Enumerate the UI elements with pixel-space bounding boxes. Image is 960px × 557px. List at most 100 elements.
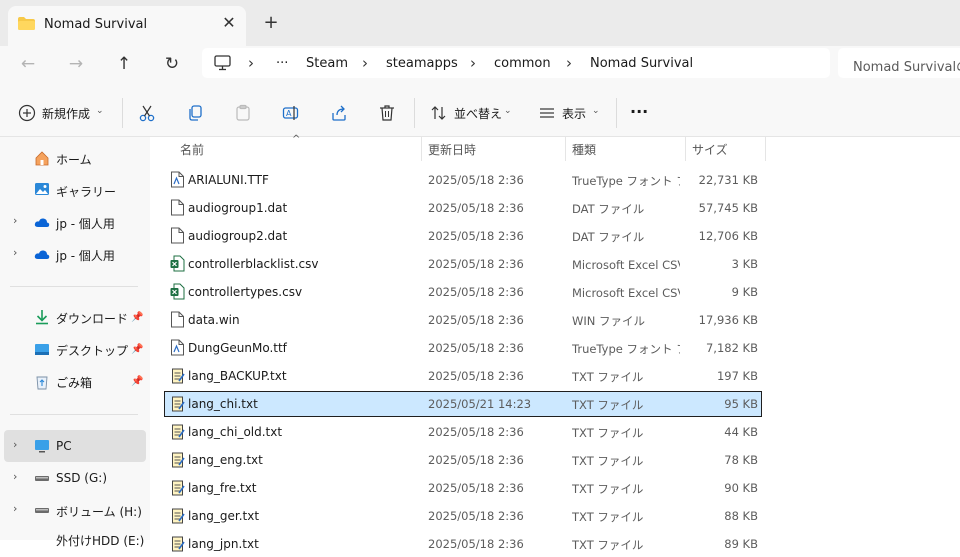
rename-icon[interactable]: A: [282, 104, 300, 122]
tab-label: Nomad Survival: [44, 17, 148, 32]
file-name: lang_fre.txt: [188, 481, 257, 495]
file-type: TXT ファイル: [572, 538, 644, 552]
expand-icon[interactable]: ›: [13, 438, 17, 451]
file-modified-date: 2025/05/18 2:36: [428, 257, 524, 271]
file-type: TXT ファイル: [572, 454, 644, 468]
tab-nomad-survival[interactable]: Nomad Survival ✕: [8, 6, 246, 46]
sidebar-label-pc: PC: [56, 439, 72, 453]
pin-icon[interactable]: 📌: [131, 312, 143, 323]
text-file-icon: [170, 479, 185, 496]
text-file-icon: [170, 535, 185, 552]
sidebar-label-volume-h: ボリューム (H:): [56, 505, 142, 519]
cut-icon[interactable]: [138, 104, 156, 122]
sort-icon: [431, 106, 446, 120]
pin-icon[interactable]: 📌: [131, 344, 143, 355]
file-modified-date: 2025/05/18 2:36: [428, 229, 524, 243]
file-name: controllerblacklist.csv: [188, 257, 319, 271]
breadcrumb-separator[interactable]: ›: [470, 54, 476, 72]
breadcrumb-separator[interactable]: ›: [248, 54, 254, 72]
refresh-button[interactable]: ↻: [160, 52, 184, 76]
expand-icon[interactable]: ›: [13, 502, 17, 515]
file-size: 88 KB: [724, 509, 758, 523]
expand-icon[interactable]: ›: [13, 246, 17, 259]
copy-icon[interactable]: [186, 104, 204, 122]
file-name: lang_eng.txt: [188, 453, 263, 467]
excel-file-icon: [170, 283, 185, 300]
file-modified-date: 2025/05/18 2:36: [428, 509, 524, 523]
breadcrumb-separator[interactable]: ›: [566, 54, 572, 72]
drive-icon: [35, 476, 49, 481]
file-size: 9 KB: [731, 285, 758, 299]
file-modified-date: 2025/05/18 2:36: [428, 201, 524, 215]
column-header-date[interactable]: 更新日時: [428, 141, 476, 158]
up-button[interactable]: ↑: [112, 52, 136, 76]
file-size: 22,731 KB: [698, 173, 758, 187]
column-divider[interactable]: [565, 137, 566, 161]
file-size: 17,936 KB: [698, 313, 758, 327]
file-name: audiogroup2.dat: [188, 229, 288, 243]
folder-icon: [18, 17, 35, 30]
file-type: TrueType フォント ファイル: [572, 174, 680, 188]
column-divider[interactable]: [765, 137, 766, 161]
file-name: ARIALUNI.TTF: [188, 173, 269, 187]
sidebar-label-onedrive-2: jp - 個人用: [56, 249, 115, 263]
file-name: lang_ger.txt: [188, 509, 260, 523]
file-type: WIN ファイル: [572, 314, 646, 328]
share-icon[interactable]: [330, 104, 348, 122]
monitor-icon[interactable]: [214, 55, 231, 71]
breadcrumb-nomad-survival[interactable]: Nomad Survival: [590, 56, 693, 71]
breadcrumb-more[interactable]: ···: [276, 56, 288, 71]
file-type: DAT ファイル: [572, 230, 645, 244]
font-file-icon: [170, 339, 185, 356]
column-header-type[interactable]: 種類: [572, 141, 596, 158]
file-name: lang_chi_old.txt: [188, 425, 283, 439]
breadcrumb-steamapps[interactable]: steamapps: [386, 56, 458, 71]
font-file-icon: [170, 171, 185, 188]
sidebar-label-external-e: 外付けHDD (E:): [56, 534, 145, 548]
file-size: 44 KB: [724, 425, 758, 439]
new-label: 新規作成: [42, 107, 91, 121]
sidebar-label-desktop: デスクトップ: [56, 344, 129, 358]
column-header-name[interactable]: 名前: [180, 141, 204, 158]
back-button[interactable]: ←: [16, 52, 40, 76]
chevron-down-icon: ⌄: [592, 106, 600, 116]
breadcrumb-steam[interactable]: Steam: [306, 56, 348, 71]
sidebar-label-onedrive-1: jp - 個人用: [56, 217, 115, 231]
column-divider[interactable]: [685, 137, 686, 161]
view-label: 表示: [562, 107, 587, 121]
pin-icon[interactable]: 📌: [131, 376, 143, 387]
close-icon[interactable]: ✕: [220, 14, 238, 32]
breadcrumb-separator[interactable]: ›: [362, 54, 368, 72]
column-divider[interactable]: [421, 137, 422, 161]
pc-icon: [35, 440, 49, 453]
file-type: TXT ファイル: [572, 510, 644, 524]
home-icon: [35, 151, 49, 166]
file-name: DungGeunMo.ttf: [188, 341, 287, 355]
file-type: TXT ファイル: [572, 370, 644, 384]
file-type: TXT ファイル: [572, 482, 644, 496]
expand-icon[interactable]: ›: [13, 470, 17, 483]
file-size: 90 KB: [724, 481, 758, 495]
cloud-icon: [34, 218, 50, 227]
new-tab-button[interactable]: +: [262, 14, 280, 32]
file-modified-date: 2025/05/18 2:36: [428, 341, 524, 355]
breadcrumb-common[interactable]: common: [494, 56, 551, 71]
toolbar-divider: [616, 98, 617, 128]
file-name: lang_BACKUP.txt: [188, 369, 287, 383]
sidebar-item-pc[interactable]: [4, 430, 146, 462]
file-modified-date: 2025/05/18 2:36: [428, 537, 524, 551]
sidebar-label-recycle-bin: ごみ箱: [56, 376, 93, 390]
sidebar-label-downloads: ダウンロード: [56, 312, 129, 326]
column-header-size[interactable]: サイズ: [692, 141, 728, 158]
file-type: Microsoft Excel CSV ファイル: [572, 258, 680, 272]
forward-button[interactable]: →: [64, 52, 88, 76]
file-name: audiogroup1.dat: [188, 201, 288, 215]
delete-icon[interactable]: [378, 104, 396, 122]
more-options-button[interactable]: ···: [630, 102, 648, 121]
paste-icon[interactable]: [234, 104, 252, 122]
file-modified-date: 2025/05/18 2:36: [428, 173, 524, 187]
text-file-icon: [170, 451, 185, 468]
generic-file-icon: [170, 199, 185, 216]
file-modified-date: 2025/05/18 2:36: [428, 313, 524, 327]
expand-icon[interactable]: ›: [13, 214, 17, 227]
